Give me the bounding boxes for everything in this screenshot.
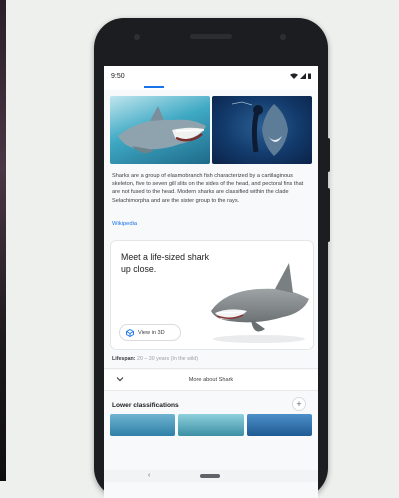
shark-image	[118, 106, 206, 154]
shark-photo-2[interactable]	[212, 96, 312, 164]
divider	[104, 390, 318, 391]
more-about-label: More about Shark	[188, 377, 234, 383]
status-time: 9:50	[111, 72, 125, 80]
volume-button	[326, 188, 330, 242]
view-in-3d-button[interactable]: View in 3D	[119, 324, 181, 341]
lifespan-value: 20 – 30 years (In the wild)	[137, 356, 198, 362]
shark-image	[231, 101, 288, 156]
home-pill-icon[interactable]	[200, 474, 220, 478]
knowledge-panel: Sharks are a group of elasmobranch fish …	[104, 90, 318, 498]
expand-button[interactable]: +	[292, 397, 306, 411]
card-title: Meet a life-sized shark up close.	[121, 252, 210, 274]
power-button	[326, 138, 330, 172]
view-in-3d-card[interactable]: Meet a life-sized shark up close. View i…	[110, 240, 314, 350]
lower-classifications-title: Lower classifications	[112, 402, 179, 409]
classification-thumbnails	[110, 414, 312, 436]
more-about-shark-row[interactable]: More about Shark	[104, 370, 318, 390]
shark-photo-1[interactable]	[110, 96, 210, 164]
wifi-icon	[290, 73, 298, 79]
plus-icon: +	[296, 398, 302, 409]
divider	[104, 368, 318, 369]
earpiece-speaker	[190, 34, 232, 39]
background-edge	[0, 0, 6, 481]
classification-thumb[interactable]	[110, 414, 176, 436]
back-icon[interactable]: ‹	[148, 472, 150, 479]
battery-icon	[308, 73, 311, 79]
phone-screen: 9:50 Sharks are a group of elasmobranch …	[104, 66, 318, 498]
image-carousel	[110, 96, 312, 164]
sensor-icon	[280, 34, 286, 40]
front-camera-icon	[134, 34, 140, 40]
classification-thumb[interactable]	[178, 414, 244, 436]
navigation-bar: ‹	[104, 470, 318, 482]
wikipedia-link[interactable]: Wikipedia	[112, 221, 137, 227]
lifespan-row: Lifespan: 20 – 30 years (In the wild)	[112, 356, 198, 362]
classification-thumb[interactable]	[246, 414, 312, 436]
description-text: Sharks are a group of elasmobranch fish …	[112, 173, 304, 204]
lifespan-label: Lifespan:	[112, 356, 136, 362]
view-in-3d-label: View in 3D	[138, 329, 165, 336]
ar-cube-icon	[126, 328, 134, 337]
3d-shark-model-image	[211, 263, 309, 343]
status-bar: 9:50	[104, 66, 318, 86]
signal-icon	[300, 73, 306, 79]
phone-frame: 9:50 Sharks are a group of elasmobranch …	[94, 18, 330, 498]
active-tab-indicator	[144, 86, 164, 88]
